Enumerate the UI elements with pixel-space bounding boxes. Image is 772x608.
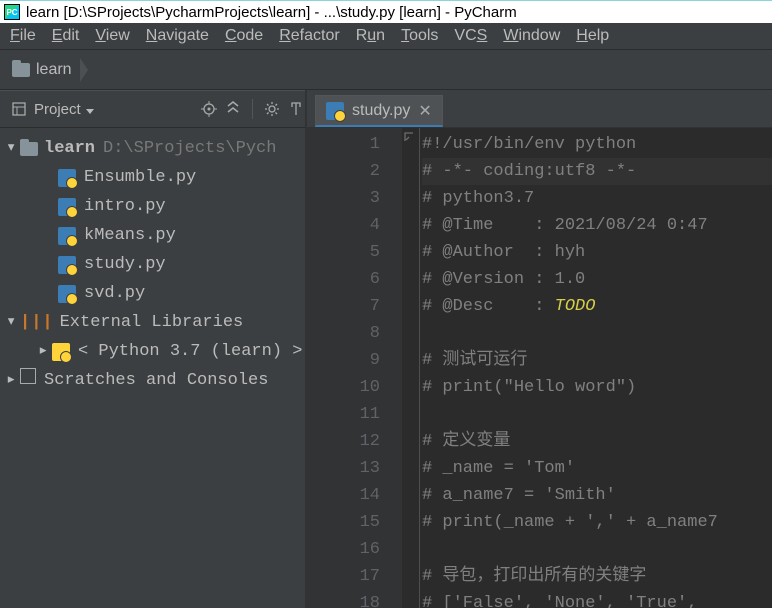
- line-number-gutter: 123456789101112131415161718: [307, 128, 402, 608]
- menu-file[interactable]: File: [10, 27, 36, 45]
- tree-root[interactable]: ▾ learn D:\SProjects\Pych: [0, 134, 305, 163]
- project-dropdown[interactable]: Project: [34, 101, 94, 118]
- expand-toggle[interactable]: ▸: [38, 337, 52, 366]
- menu-code[interactable]: Code: [225, 27, 263, 45]
- window-title-bar: PC learn [D:\SProjects\PycharmProjects\l…: [0, 0, 772, 23]
- library-icon: [20, 308, 54, 337]
- expand-toggle[interactable]: ▾: [6, 308, 20, 337]
- gear-icon[interactable]: [263, 100, 281, 118]
- tab-label: study.py: [352, 102, 410, 120]
- python-file-icon: [58, 256, 76, 274]
- tree-scratches[interactable]: ▸ Scratches and Consoles: [0, 366, 305, 395]
- fold-icon[interactable]: [404, 132, 414, 142]
- menu-view[interactable]: View: [95, 27, 129, 45]
- project-view-icon[interactable]: [10, 100, 28, 118]
- tree-file[interactable]: svd.py: [0, 279, 305, 308]
- tree-external-libs[interactable]: ▾ External Libraries: [0, 308, 305, 337]
- breadcrumb: learn: [0, 50, 772, 90]
- tree-file[interactable]: intro.py: [0, 192, 305, 221]
- tree-file[interactable]: Ensumble.py: [0, 163, 305, 192]
- tree-file[interactable]: kMeans.py: [0, 221, 305, 250]
- project-panel-header: Project: [0, 90, 305, 128]
- menu-vcs[interactable]: VCS: [454, 27, 487, 45]
- editor: study.py ✕ 123456789101112131415161718 #…: [307, 90, 772, 608]
- root-name: learn: [44, 134, 95, 163]
- breadcrumb-root[interactable]: learn: [36, 61, 72, 79]
- menu-window[interactable]: Window: [503, 27, 560, 45]
- code-area[interactable]: 123456789101112131415161718 #!/usr/bin/e…: [307, 128, 772, 608]
- menu-navigate[interactable]: Navigate: [146, 27, 209, 45]
- python-file-icon: [58, 198, 76, 216]
- python-file-icon: [326, 102, 344, 120]
- menu-bar: File Edit View Navigate Code Refactor Ru…: [0, 23, 772, 50]
- python-file-icon: [58, 169, 76, 187]
- tab-study-py[interactable]: study.py ✕: [315, 95, 443, 127]
- menu-edit[interactable]: Edit: [52, 27, 80, 45]
- fold-strip: [402, 128, 420, 608]
- python-icon: [52, 343, 70, 361]
- menu-run[interactable]: Run: [356, 27, 385, 45]
- python-file-icon: [58, 285, 76, 303]
- project-tree[interactable]: ▾ learn D:\SProjects\Pych Ensumble.py in…: [0, 128, 305, 608]
- folder-icon: [20, 142, 38, 156]
- menu-tools[interactable]: Tools: [401, 27, 438, 45]
- window-title: learn [D:\SProjects\PycharmProjects\lear…: [26, 4, 517, 21]
- project-tool-window: Project ▾ learn D:\SProjects\Pych: [0, 90, 307, 608]
- code-lines[interactable]: #!/usr/bin/env python# -*- coding:utf8 -…: [420, 128, 772, 608]
- hide-icon[interactable]: [287, 100, 305, 118]
- locate-icon[interactable]: [200, 100, 218, 118]
- editor-tabs: study.py ✕: [307, 90, 772, 128]
- tree-file[interactable]: study.py: [0, 250, 305, 279]
- expand-toggle[interactable]: ▾: [6, 134, 20, 163]
- chevron-right-icon: [80, 58, 88, 82]
- root-path: D:\SProjects\Pych: [103, 134, 276, 163]
- menu-refactor[interactable]: Refactor: [279, 27, 339, 45]
- expand-toggle[interactable]: ▸: [6, 366, 20, 395]
- menu-help[interactable]: Help: [576, 27, 609, 45]
- collapse-all-icon[interactable]: [224, 100, 242, 118]
- folder-icon: [12, 63, 30, 77]
- close-icon[interactable]: ✕: [418, 101, 431, 121]
- scratches-icon: [20, 366, 36, 395]
- separator: [252, 99, 253, 119]
- python-file-icon: [58, 227, 76, 245]
- tree-python-env[interactable]: ▸ < Python 3.7 (learn) >: [0, 337, 305, 366]
- pycharm-icon: PC: [4, 4, 20, 20]
